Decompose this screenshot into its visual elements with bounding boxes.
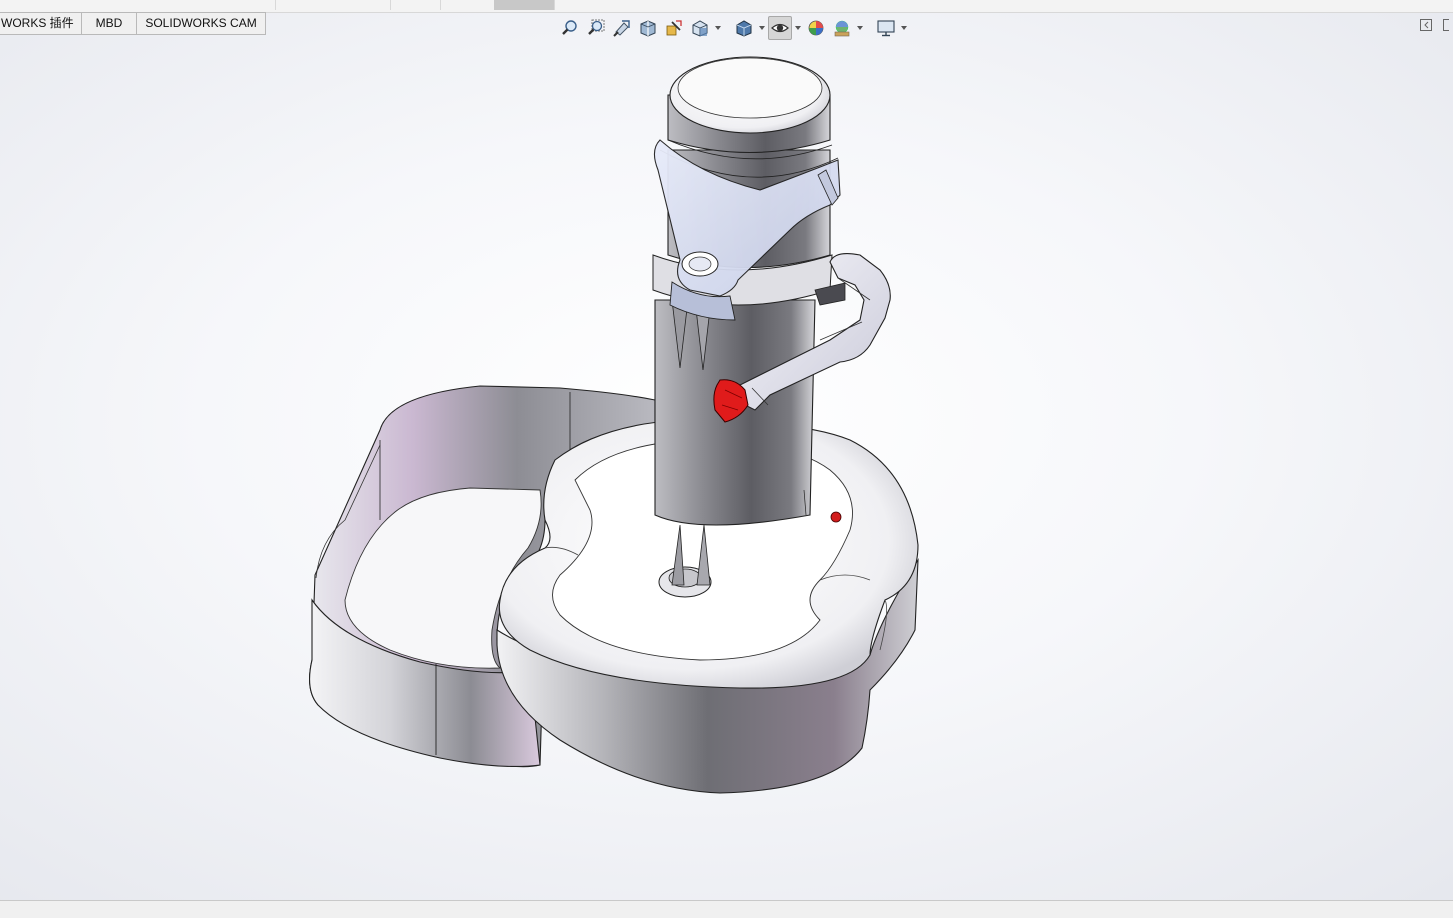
graphics-area[interactable]: WORKS 插件 MBD SOLIDWORKS CAM <box>0 0 1453 900</box>
status-bar <box>0 900 1453 918</box>
cad-model[interactable] <box>0 0 1453 900</box>
